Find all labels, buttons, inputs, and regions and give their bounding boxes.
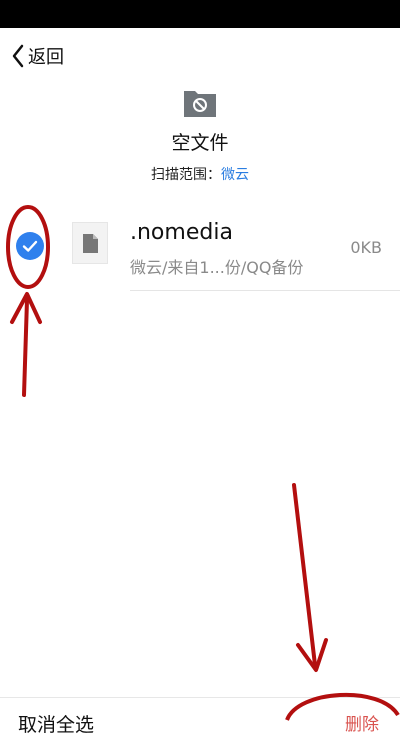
file-name: .nomedia (130, 220, 233, 245)
folder-icon (184, 91, 216, 117)
file-size: 0KB (350, 238, 382, 257)
file-icon (83, 234, 98, 253)
status-bar (0, 0, 400, 28)
scan-range-value[interactable]: 微云 (221, 167, 249, 183)
nav-bar: 返回 (0, 28, 400, 84)
annotation-arrow-left (22, 298, 29, 397)
scan-range-label: 扫描范围： (151, 167, 221, 183)
back-button[interactable]: 返回 (10, 42, 64, 70)
deselect-all-button[interactable]: 取消全选 (18, 710, 94, 737)
select-checkbox[interactable] (16, 232, 44, 260)
row-divider (130, 290, 400, 291)
page-title: 空文件 (171, 132, 229, 154)
bottom-action-bar: 取消全选 删除 (0, 697, 400, 755)
back-label: 返回 (28, 47, 64, 68)
annotation-arrow-right (292, 483, 317, 667)
file-path: 微云/来自1...份/QQ备份 (130, 258, 304, 277)
delete-button[interactable]: 删除 (345, 710, 379, 735)
check-icon (22, 240, 38, 252)
file-thumbnail (72, 222, 108, 264)
back-icon (12, 44, 24, 68)
file-list-item[interactable]: .nomedia 微云/来自1...份/QQ备份 0KB (0, 204, 400, 292)
scan-range: 扫描范围：微云 (0, 164, 400, 184)
